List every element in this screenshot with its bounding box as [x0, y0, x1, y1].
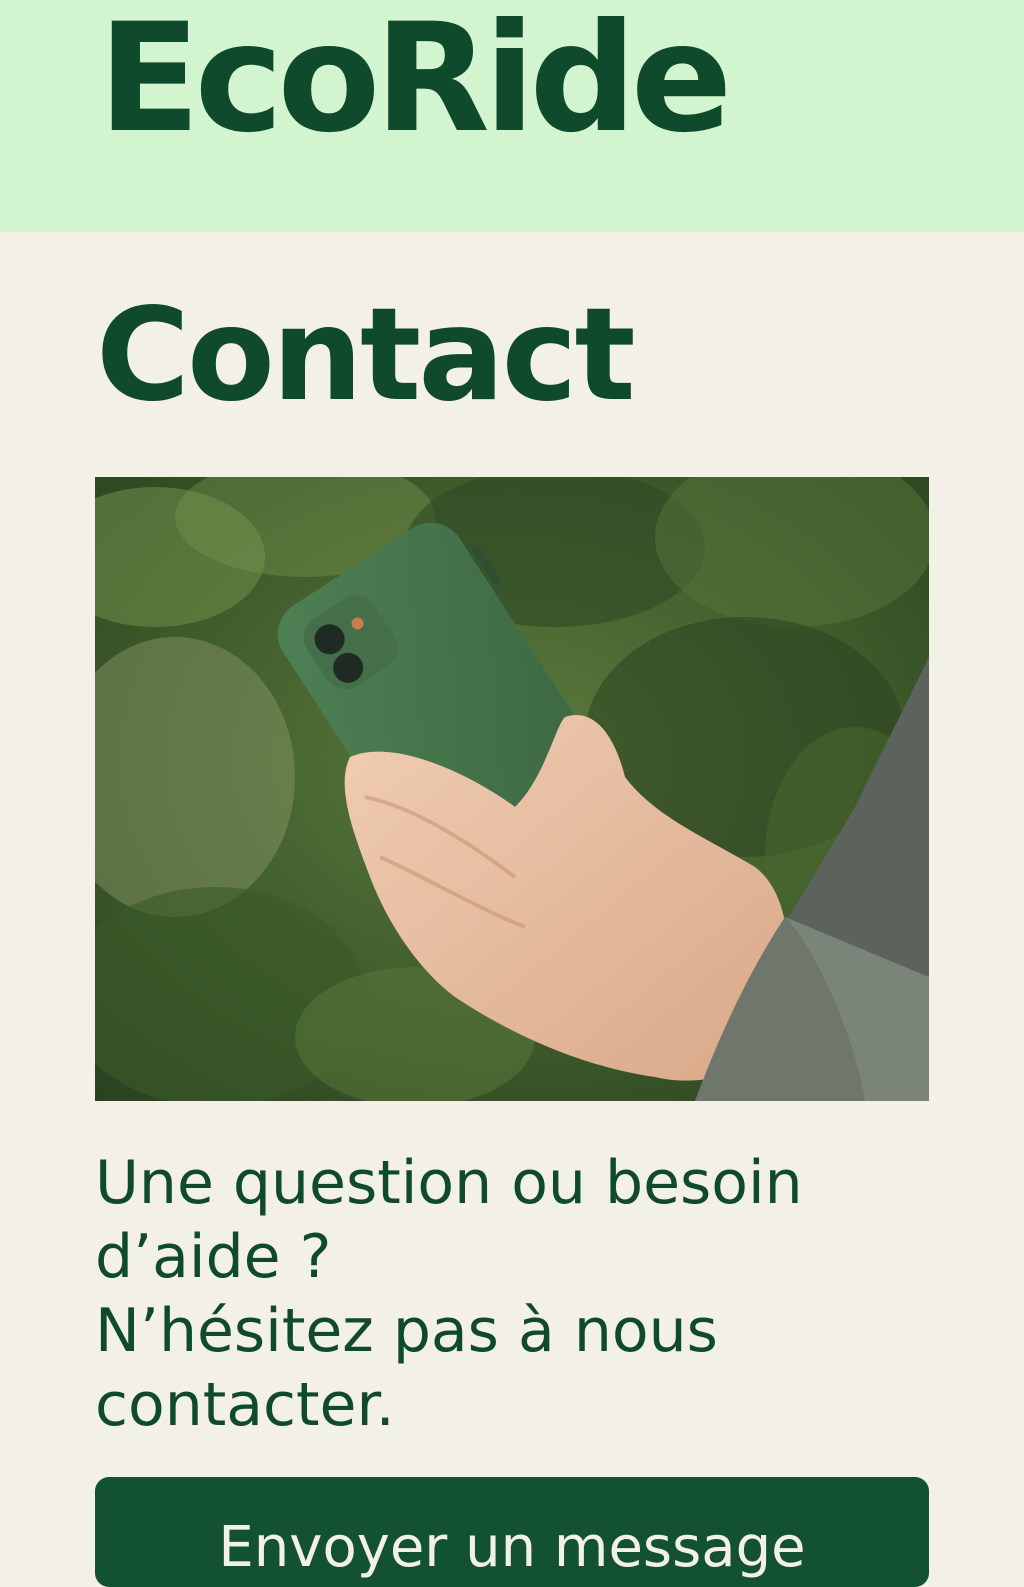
contact-message-line-4: contacter. — [95, 1370, 395, 1440]
contact-message: Une question ou besoin d’aide ? N’hésite… — [95, 1146, 955, 1442]
site-header: EcoRide — [0, 0, 1024, 232]
contact-message-line-1: Une question ou besoin — [95, 1148, 803, 1218]
contact-message-line-3: N’hésitez pas à nous — [95, 1296, 718, 1366]
page-title: Contact — [96, 281, 636, 430]
brand-logo-text[interactable]: EcoRide — [98, 4, 732, 154]
hand-holding-phone-photo — [95, 477, 929, 1101]
contact-message-line-2: d’aide ? — [95, 1222, 332, 1292]
send-message-button[interactable]: Envoyer un message — [95, 1477, 929, 1587]
